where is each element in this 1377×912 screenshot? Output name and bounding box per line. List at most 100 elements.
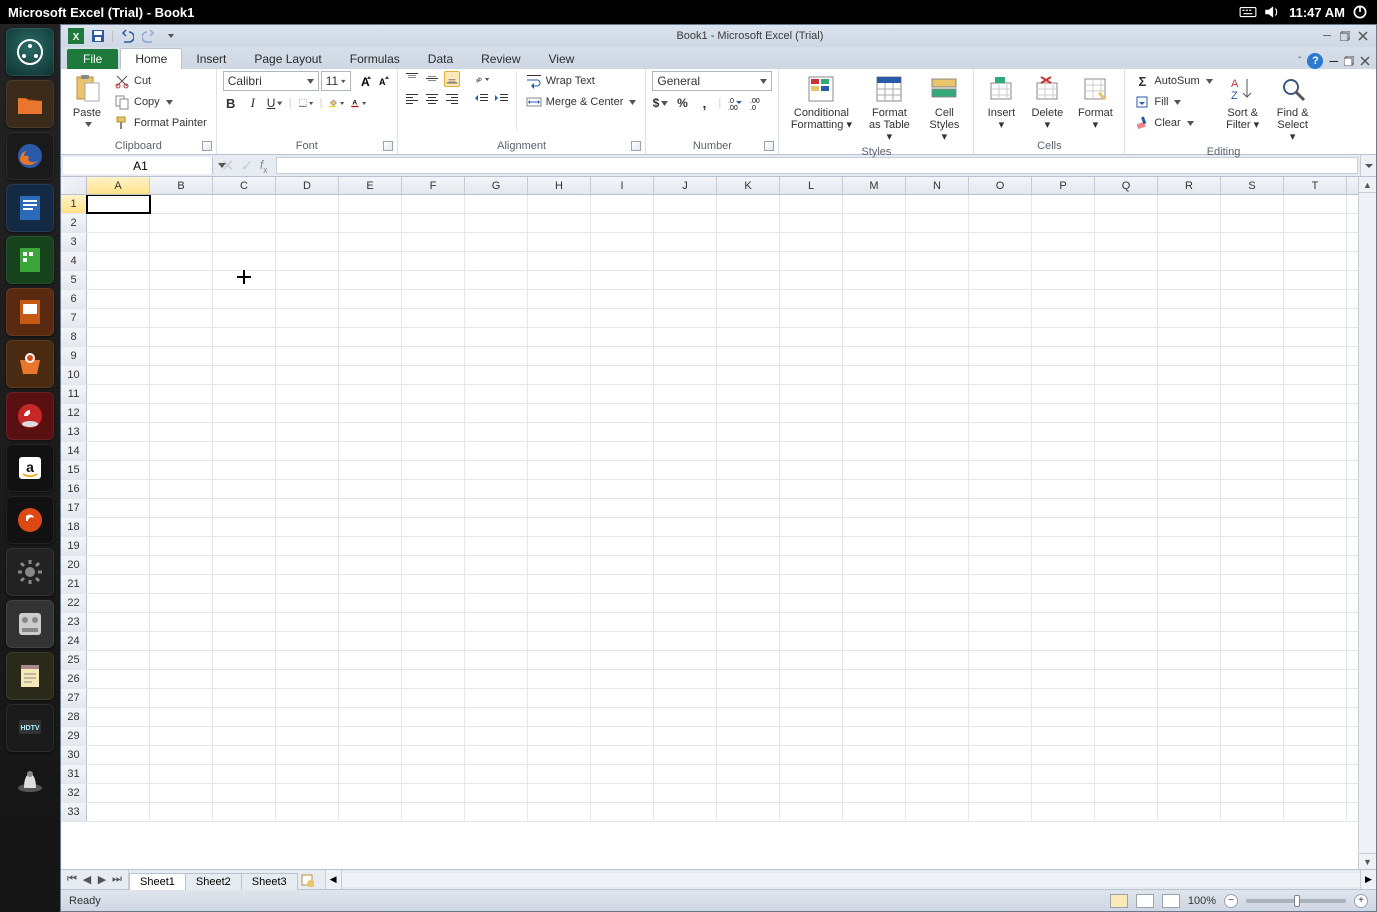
cell[interactable] [87,575,150,593]
clipboard-dialog-icon[interactable] [202,141,212,151]
cell[interactable] [843,480,906,498]
row-header[interactable]: 12 [61,404,87,422]
column-header[interactable]: G [465,177,528,194]
cell[interactable] [402,423,465,441]
cell[interactable] [465,746,528,764]
cell[interactable] [1158,632,1221,650]
cell[interactable] [969,347,1032,365]
cell[interactable] [213,309,276,327]
cell[interactable] [1284,233,1347,251]
grow-font-icon[interactable]: A [357,73,373,89]
cell[interactable] [87,556,150,574]
cell[interactable] [780,518,843,536]
cell[interactable] [1158,727,1221,745]
cell[interactable] [528,290,591,308]
cell[interactable] [465,271,528,289]
cell[interactable] [1158,309,1221,327]
cell[interactable] [1221,613,1284,631]
cell[interactable] [969,803,1032,821]
cell[interactable] [969,689,1032,707]
cell[interactable] [402,252,465,270]
cell[interactable] [465,442,528,460]
cell[interactable] [276,499,339,517]
cell[interactable] [843,670,906,688]
cell[interactable] [1095,347,1158,365]
cell[interactable] [1158,594,1221,612]
cell[interactable] [465,518,528,536]
cell[interactable] [654,271,717,289]
cell[interactable] [1095,461,1158,479]
expand-formula-bar-icon[interactable] [1360,155,1376,176]
cell[interactable] [150,632,213,650]
cell[interactable] [87,423,150,441]
column-header[interactable]: F [402,177,465,194]
cell[interactable] [1032,480,1095,498]
cell[interactable] [528,214,591,232]
cell[interactable] [717,594,780,612]
cell[interactable] [1095,233,1158,251]
cell[interactable] [1284,271,1347,289]
clock[interactable]: 11:47 AM [1289,5,1345,20]
cell[interactable] [717,347,780,365]
cell[interactable] [906,651,969,669]
cell[interactable] [276,518,339,536]
cell[interactable] [1032,214,1095,232]
cell[interactable] [465,423,528,441]
number-format-combo[interactable]: General [652,71,772,91]
cell[interactable] [276,442,339,460]
cell[interactable] [213,708,276,726]
row-header[interactable]: 11 [61,385,87,403]
cell[interactable] [843,518,906,536]
cell[interactable] [969,309,1032,327]
cell[interactable] [843,461,906,479]
zoom-in-icon[interactable]: + [1354,894,1368,908]
column-header[interactable]: Q [1095,177,1158,194]
cell[interactable] [591,727,654,745]
cell[interactable] [276,594,339,612]
cell[interactable] [780,556,843,574]
cell[interactable] [1158,252,1221,270]
cell[interactable] [1284,423,1347,441]
cell[interactable] [780,423,843,441]
cell[interactable] [969,765,1032,783]
cell[interactable] [1284,214,1347,232]
restore-icon[interactable] [1338,29,1352,43]
delete-cells-button[interactable]: Delete▾ [1026,71,1068,133]
column-header[interactable]: R [1158,177,1221,194]
cell[interactable] [528,385,591,403]
cell[interactable] [339,803,402,821]
cell[interactable] [1221,575,1284,593]
cell[interactable] [906,575,969,593]
cell[interactable] [843,575,906,593]
sheet-tab[interactable]: Sheet3 [241,873,298,890]
cell[interactable] [717,252,780,270]
cell[interactable] [1158,518,1221,536]
keyboard-icon[interactable] [1239,3,1257,21]
tab-insert[interactable]: Insert [182,49,240,69]
cell[interactable] [969,252,1032,270]
cell[interactable] [843,537,906,555]
row-header[interactable]: 10 [61,366,87,384]
cell[interactable] [717,233,780,251]
cell[interactable] [276,651,339,669]
cell[interactable] [906,442,969,460]
cell[interactable] [465,613,528,631]
cell[interactable] [780,594,843,612]
cell[interactable] [591,537,654,555]
cell[interactable] [276,252,339,270]
cell[interactable] [528,708,591,726]
cell[interactable] [1032,233,1095,251]
vertical-scrollbar[interactable]: ▲ ▼ [1358,177,1376,869]
cell[interactable] [654,746,717,764]
cell[interactable] [1032,670,1095,688]
cell[interactable] [654,575,717,593]
cell[interactable] [150,556,213,574]
autosum-button[interactable]: ΣAutoSum [1131,71,1215,91]
cell[interactable] [402,784,465,802]
cell[interactable] [150,271,213,289]
impress-icon[interactable] [6,288,54,336]
cell[interactable] [528,689,591,707]
cell[interactable] [1032,461,1095,479]
cell[interactable] [339,784,402,802]
cell[interactable] [87,404,150,422]
